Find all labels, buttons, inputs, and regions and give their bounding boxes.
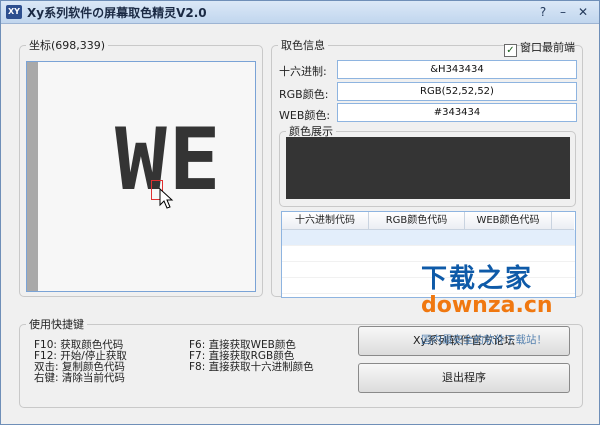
magnifier-view: WE: [26, 61, 256, 292]
help-button[interactable]: ?: [534, 3, 552, 21]
watermark-domain: downza.cn: [421, 293, 553, 318]
color-swatch: [286, 137, 570, 199]
minimize-button[interactable]: –: [554, 3, 572, 21]
exit-button[interactable]: 退出程序: [358, 363, 570, 393]
rgb-label: RGB颜色:: [279, 88, 329, 101]
checkmark-icon: ✓: [504, 44, 517, 57]
app-window: XY Xy系列软件の屏幕取色精灵V2.0 ? – ✕ 坐标(698,339) W…: [0, 0, 600, 425]
column-header-web[interactable]: WEB颜色代码: [465, 212, 552, 230]
shortcut-right-click: 右键: 清除当前代码: [34, 372, 125, 384]
web-field[interactable]: #343434: [337, 103, 577, 122]
column-header-rgb[interactable]: RGB颜色代码: [369, 212, 465, 230]
coordinate-legend: 坐标(698,339): [29, 39, 106, 52]
window-title: Xy系列软件の屏幕取色精灵V2.0: [27, 6, 207, 20]
topmost-checkbox[interactable]: ✓ 窗口最前端: [504, 39, 575, 57]
watermark-slogan: 国内最安全的软件下载站！: [421, 334, 547, 346]
web-label: WEB颜色:: [279, 109, 331, 122]
column-header-hex[interactable]: 十六进制代码: [282, 212, 369, 230]
rgb-field[interactable]: RGB(52,52,52): [337, 82, 577, 101]
close-button[interactable]: ✕: [574, 3, 592, 21]
shortcuts-legend: 使用快捷键: [29, 318, 84, 331]
shortcut-f8: F8: 直接获取十六进制颜色: [189, 361, 314, 373]
list-item[interactable]: [282, 230, 575, 246]
column-header-filler: [552, 212, 574, 230]
hex-label: 十六进制:: [279, 65, 327, 78]
magnifier-edge: [27, 62, 38, 291]
color-info-legend: 取色信息: [281, 39, 325, 52]
app-icon: XY: [6, 5, 22, 19]
title-bar[interactable]: XY Xy系列软件の屏幕取色精灵V2.0 ? – ✕: [1, 1, 599, 24]
topmost-label: 窗口最前端: [520, 41, 575, 54]
hex-field[interactable]: &H343434: [337, 60, 577, 79]
mouse-pointer-icon: [159, 188, 174, 209]
watermark-logo-text: 下载之家: [421, 264, 534, 294]
